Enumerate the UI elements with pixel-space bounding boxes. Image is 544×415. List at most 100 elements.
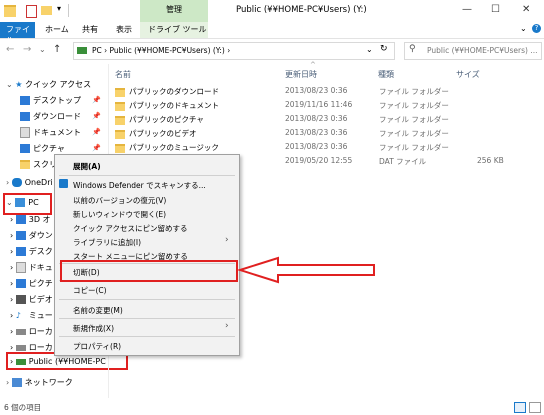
nav-pc-child-label: デスク — [28, 247, 53, 256]
tab-drive-tools[interactable]: ドライブ ツール — [148, 24, 207, 35]
highlight-arrow-icon — [238, 256, 375, 284]
tab-file[interactable]: ファイル — [0, 22, 35, 45]
nav-pc-child-label: ダウン — [28, 231, 53, 240]
recent-dropdown-icon[interactable]: ⌄ — [39, 45, 46, 54]
context-menu: 展開(A) Windows Defender でスキャンする... 以前のバージ… — [54, 154, 240, 356]
search-box[interactable]: ⚲ Public (¥¥HOME-PC¥Users) ... — [404, 42, 542, 60]
drive-icon — [77, 47, 87, 54]
nav-quick-access[interactable]: ⌄ ★ クイック アクセス — [6, 79, 91, 90]
folder-icon — [115, 116, 125, 125]
column-header-type[interactable]: 種類 — [378, 69, 394, 80]
file-row[interactable]: パブリックのビデオ 2013/08/23 0:36 ファイル フォルダー — [113, 127, 533, 141]
menu-separator — [59, 175, 235, 176]
column-header-size[interactable]: サイズ — [456, 69, 480, 80]
file-row[interactable]: パブリックのドキュメント 2019/11/16 11:46 ファイル フォルダー — [113, 99, 533, 113]
menu-copy[interactable]: コピー(C) — [73, 285, 107, 296]
highlight-cut — [60, 260, 238, 282]
minimize-button[interactable]: — — [462, 4, 472, 15]
menu-properties[interactable]: プロパティ(R) — [73, 341, 121, 352]
help-icon[interactable]: ? — [532, 24, 541, 33]
nav-pc-child[interactable]: › デスク — [10, 246, 53, 257]
tab-home[interactable]: ホーム — [45, 24, 69, 35]
folder-icon — [115, 144, 125, 153]
nav-item-pictures[interactable]: ピクチャ — [20, 143, 65, 154]
nav-pc-child[interactable]: › ドキュ — [10, 262, 53, 273]
nav-item-screenshots[interactable]: スクリ — [20, 159, 57, 170]
desktop-icon — [20, 96, 30, 105]
nav-item-label: ダウンロード — [33, 112, 81, 121]
nav-pc-child[interactable]: › ローカ — [10, 326, 53, 337]
file-date: 2019/05/20 12:55 — [285, 156, 353, 165]
nav-pc-child-label: ローカ — [28, 327, 53, 336]
menu-new[interactable]: 新規作成(X) — [73, 323, 114, 334]
details-view-icon[interactable] — [514, 402, 526, 413]
menu-expand[interactable]: 展開(A) — [73, 161, 101, 172]
tab-file-label: ファイル — [6, 25, 30, 45]
menu-add-library[interactable]: ライブラリに追加(I) — [73, 237, 141, 248]
column-header-name[interactable]: 名前 — [115, 69, 131, 80]
large-icons-view-icon[interactable] — [529, 402, 541, 413]
menu-pin-quick-access[interactable]: クイック アクセスにピン留めする — [73, 223, 188, 234]
pin-icon[interactable]: 📌 — [92, 144, 101, 152]
qat-properties-icon[interactable] — [26, 5, 37, 18]
folder-icon — [20, 160, 30, 169]
menu-separator — [59, 318, 235, 319]
pin-icon[interactable]: 📌 — [92, 128, 101, 136]
window-title: Public (¥¥HOME-PC¥Users) (Y:) — [236, 5, 367, 15]
file-row[interactable]: パブリックのピクチャ 2013/08/23 0:36 ファイル フォルダー — [113, 113, 533, 127]
menu-rename[interactable]: 名前の変更(M) — [73, 305, 123, 316]
pin-icon[interactable]: 📌 — [92, 112, 101, 120]
file-date: 2013/08/23 0:36 — [285, 142, 348, 151]
column-header-date[interactable]: 更新日時 — [285, 69, 317, 80]
tab-share[interactable]: 共有 — [82, 24, 98, 35]
qat-dropdown-icon[interactable]: ▾ — [57, 4, 61, 13]
menu-open-new-window[interactable]: 新しいウィンドウで開く(E) — [73, 209, 166, 220]
pin-icon[interactable]: 📌 — [92, 96, 101, 104]
qat-new-folder-icon[interactable] — [41, 6, 52, 15]
expand-chevron-icon[interactable]: › — [6, 178, 12, 187]
folder-icon — [115, 102, 125, 111]
nav-pc-child[interactable]: › 3D オ — [10, 214, 51, 225]
up-button[interactable]: ↑ — [53, 44, 61, 55]
nav-item-documents[interactable]: ドキュメント — [20, 127, 81, 138]
menu-separator — [59, 336, 235, 337]
nav-item-downloads[interactable]: ダウンロード — [20, 111, 81, 122]
file-name: パブリックのドキュメント — [129, 101, 219, 110]
cloud-icon — [11, 178, 22, 187]
shield-icon — [59, 179, 68, 188]
local-disk-icon — [15, 344, 26, 351]
app-icon — [4, 5, 16, 17]
nav-onedrive[interactable]: › OneDri — [6, 178, 53, 187]
ribbon-collapse-icon[interactable]: ⌄ — [520, 24, 527, 33]
menu-defender-scan[interactable]: Windows Defender でスキャンする... — [73, 180, 206, 191]
file-row[interactable]: パブリックのミュージック 2013/08/23 0:36 ファイル フォルダー — [113, 141, 533, 155]
menu-restore-versions[interactable]: 以前のバージョンの復元(V) — [73, 195, 166, 206]
nav-onedrive-label: OneDri — [24, 178, 53, 187]
nav-item-desktop[interactable]: デスクトップ — [20, 95, 81, 106]
back-button[interactable]: ← — [6, 44, 14, 55]
forward-button[interactable]: → — [23, 44, 31, 55]
titlebar-separator — [68, 4, 69, 17]
manage-tab-label[interactable]: 管理 — [140, 4, 208, 15]
maximize-button[interactable]: ☐ — [491, 4, 500, 15]
file-row[interactable]: パブリックのダウンロード 2013/08/23 0:36 ファイル フォルダー — [113, 85, 533, 99]
refresh-icon[interactable]: ↻ — [380, 44, 388, 54]
address-dropdown-icon[interactable]: ⌄ — [366, 45, 373, 54]
nav-pc-child[interactable]: › ピクチ — [10, 278, 53, 289]
file-name: パブリックのビデオ — [129, 129, 197, 138]
submenu-arrow-icon: › — [225, 235, 229, 245]
nav-pc-child[interactable]: › ビデオ — [10, 294, 53, 305]
tab-view[interactable]: 表示 — [116, 24, 132, 35]
nav-network[interactable]: › ネットワーク — [6, 377, 73, 388]
nav-pc-child[interactable]: › ♪ ミュー — [10, 310, 53, 321]
picture-icon — [15, 279, 26, 288]
close-button[interactable]: ✕ — [522, 4, 530, 15]
address-path[interactable]: PC › Public (¥¥HOME-PC¥Users) (Y:) › — [92, 46, 230, 55]
document-icon — [20, 127, 30, 138]
folder-icon — [115, 130, 125, 139]
expand-chevron-icon[interactable]: ⌄ — [6, 80, 15, 89]
download-icon — [15, 231, 26, 240]
file-name: パブリックのミュージック — [129, 143, 219, 152]
address-bar[interactable]: PC › Public (¥¥HOME-PC¥Users) (Y:) › ⌄ ↻ — [73, 42, 395, 60]
nav-pc-child[interactable]: › ダウン — [10, 230, 53, 241]
